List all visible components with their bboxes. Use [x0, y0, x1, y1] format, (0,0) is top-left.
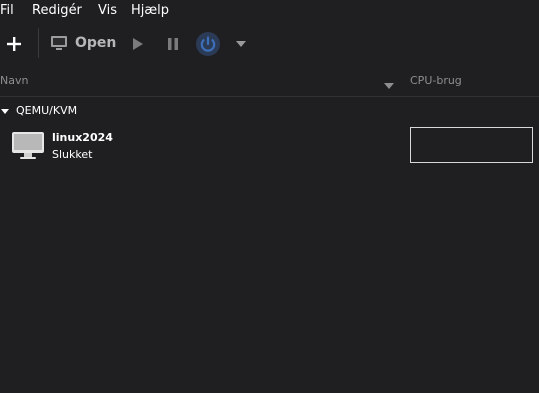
shutdown-button[interactable]: [195, 31, 221, 57]
menu-file[interactable]: Fil: [0, 3, 14, 18]
cpu-usage-graph: [410, 127, 533, 163]
menu-edit[interactable]: Redigér: [32, 3, 82, 18]
run-button[interactable]: [130, 36, 146, 52]
toolbar: Open: [0, 22, 539, 66]
new-vm-button[interactable]: [4, 34, 24, 54]
expander-down-icon[interactable]: [1, 109, 9, 114]
column-name[interactable]: Navn: [0, 74, 28, 87]
play-icon: [133, 38, 143, 50]
chevron-down-icon: [236, 41, 246, 47]
vm-row[interactable]: linux2024 Slukket: [0, 126, 539, 170]
vm-name: linux2024: [52, 131, 113, 144]
monitor-icon: [51, 36, 67, 50]
connection-name: QEMU/KVM: [16, 104, 78, 117]
power-icon: [196, 32, 220, 56]
connection-row[interactable]: QEMU/KVM: [0, 101, 539, 121]
menu-help[interactable]: Hjælp: [131, 3, 169, 18]
open-button[interactable]: Open: [75, 35, 116, 51]
menubar: Fil Redigér Vis Hjælp: [0, 0, 539, 22]
list-header: Navn CPU-brug: [0, 66, 539, 97]
menu-view[interactable]: Vis: [98, 3, 117, 18]
column-cpu[interactable]: CPU-brug: [410, 74, 462, 87]
chevron-down-icon: [384, 83, 394, 89]
pause-icon: [168, 38, 178, 50]
plus-icon: [7, 37, 21, 51]
pause-button[interactable]: [165, 36, 181, 52]
open-button-icon-wrap[interactable]: [50, 35, 68, 51]
toolbar-separator: [38, 28, 39, 58]
column-menu-button[interactable]: [384, 78, 394, 93]
vm-status: Slukket: [52, 148, 93, 161]
monitor-icon: [12, 132, 44, 159]
shutdown-menu-button[interactable]: [234, 38, 248, 50]
